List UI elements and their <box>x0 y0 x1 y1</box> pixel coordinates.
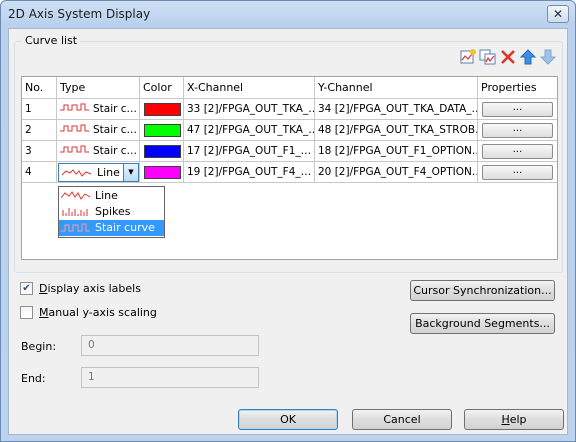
color-swatch[interactable] <box>144 166 181 179</box>
row-properties-cell: ... <box>478 141 557 162</box>
row-x-channel[interactable]: 33 [2]/FPGA_OUT_TKA_… <box>184 99 315 120</box>
column-header-y-channel[interactable]: Y-Channel <box>315 77 478 99</box>
row-color-cell[interactable] <box>140 141 184 162</box>
dialog-client-area: Curve list No. Type Color X-Channel Y-Ch… <box>8 28 568 435</box>
row-number: 2 <box>22 120 57 141</box>
end-field[interactable]: 1 <box>81 367 259 388</box>
row-y-channel[interactable]: 20 [2]/FPGA_OUT_F4_OPTION… <box>315 162 478 183</box>
row-x-channel[interactable]: 19 [2]/FPGA_OUT_F4_… <box>184 162 315 183</box>
column-header-x-channel[interactable]: X-Channel <box>184 77 315 99</box>
properties-button[interactable]: ... <box>482 144 553 159</box>
table-row[interactable]: 1 Stair c… 33 [2]/FPGA_OUT_TKA_… 34 [2]/… <box>22 99 557 120</box>
label-text: anual y-axis scaling <box>48 306 157 319</box>
display-axis-labels-label: Display axis labels <box>39 281 141 297</box>
checkbox-unchecked[interactable] <box>20 306 33 319</box>
type-combobox[interactable]: Line ▼ <box>58 163 139 182</box>
properties-button[interactable]: ... <box>482 102 553 117</box>
accelerator-key: H <box>501 413 510 426</box>
row-type-cell[interactable]: Stair c… <box>57 141 140 162</box>
dropdown-option-line[interactable]: Line <box>59 188 164 204</box>
row-color-cell[interactable] <box>140 99 184 120</box>
cursor-synchronization-button[interactable]: Cursor Synchronization... <box>410 280 555 301</box>
row-type-cell[interactable]: Stair c… <box>57 120 140 141</box>
copy-curve-icon[interactable] <box>479 48 497 66</box>
row-properties-cell: ... <box>478 162 557 183</box>
dropdown-option-spikes[interactable]: Spikes <box>59 204 164 220</box>
row-type-label: Stair c… <box>93 103 138 115</box>
curve-list-group: Curve list No. Type Color X-Channel Y-Ch… <box>14 34 563 273</box>
dropdown-option-label: Spikes <box>95 205 131 218</box>
column-header-properties[interactable]: Properties <box>478 77 557 99</box>
begin-label: Begin: <box>21 340 57 353</box>
window-title: 2D Axis System Display <box>8 7 151 21</box>
color-swatch[interactable] <box>144 124 181 137</box>
row-type-label: Stair c… <box>93 124 138 136</box>
move-down-icon[interactable] <box>539 48 557 66</box>
title-bar[interactable]: 2D Axis System Display ✕ <box>1 1 575 27</box>
properties-button[interactable]: ... <box>482 165 553 180</box>
cancel-button[interactable]: Cancel <box>352 409 452 430</box>
table-row[interactable]: 4 19 [2]/FPGA_OUT_F4_… 20 [2]/FPGA_OUT_F… <box>22 162 557 183</box>
row-properties-cell: ... <box>478 120 557 141</box>
type-dropdown-list: Line Spikes Stair curve <box>58 186 165 238</box>
row-properties-cell: ... <box>478 99 557 120</box>
help-label: elp <box>509 413 527 426</box>
curve-toolbar <box>459 48 557 66</box>
stair-curve-icon <box>61 222 91 238</box>
background-segments-button[interactable]: Background Segments... <box>410 313 555 334</box>
move-up-icon[interactable] <box>519 48 537 66</box>
row-color-cell[interactable] <box>140 120 184 141</box>
row-type-label: Stair c… <box>93 145 138 157</box>
ok-button[interactable]: OK <box>238 409 338 430</box>
row-number: 1 <box>22 99 57 120</box>
properties-button[interactable]: ... <box>482 123 553 138</box>
row-y-channel[interactable]: 18 [2]/FPGA_OUT_F1_OPTION… <box>315 141 478 162</box>
curve-list-label: Curve list <box>22 34 81 47</box>
table-header: No. Type Color X-Channel Y-Channel Prope… <box>22 77 557 99</box>
row-x-channel[interactable]: 17 [2]/FPGA_OUT_F1_… <box>184 141 315 162</box>
table-row[interactable]: 3 Stair c… 17 [2]/FPGA_OUT_F1_… 18 [2]/F… <box>22 141 557 162</box>
column-header-type[interactable]: Type <box>57 77 140 99</box>
row-y-channel[interactable]: 34 [2]/FPGA_OUT_TKA_DATA_… <box>315 99 478 120</box>
curve-table: No. Type Color X-Channel Y-Channel Prope… <box>21 76 558 260</box>
dialog-window: 2D Axis System Display ✕ Curve list No. … <box>0 0 576 442</box>
line-curve-icon <box>61 168 92 181</box>
row-color-cell[interactable] <box>140 162 184 183</box>
row-x-channel[interactable]: 47 [2]/FPGA_OUT_TKA_… <box>184 120 315 141</box>
begin-field[interactable]: 0 <box>81 335 259 356</box>
stair-curve-icon <box>60 99 90 119</box>
row-number: 3 <box>22 141 57 162</box>
close-button[interactable]: ✕ <box>547 5 569 23</box>
stair-curve-icon <box>60 141 90 161</box>
row-y-channel[interactable]: 48 [2]/FPGA_OUT_TKA_STROB… <box>315 120 478 141</box>
checkbox-checked[interactable]: ✔ <box>20 282 33 295</box>
chevron-down-icon[interactable]: ▼ <box>123 164 138 181</box>
new-curve-icon[interactable] <box>459 48 477 66</box>
help-button[interactable]: Help <box>464 409 564 430</box>
delete-curve-icon[interactable] <box>499 48 517 66</box>
dropdown-option-label: Line <box>95 189 118 202</box>
color-swatch[interactable] <box>144 145 181 158</box>
label-text: isplay axis labels <box>47 282 141 295</box>
color-swatch[interactable] <box>144 103 181 116</box>
type-combobox-value: Line <box>97 166 120 179</box>
accelerator-key: M <box>39 306 49 319</box>
dropdown-option-label: Stair curve <box>95 221 155 234</box>
manual-scaling-label: Manual y-axis scaling <box>39 305 157 321</box>
row-type-cell[interactable]: Stair c… <box>57 99 140 120</box>
row-number: 4 <box>22 162 57 183</box>
end-label: End: <box>21 372 46 385</box>
stair-curve-icon <box>60 120 90 140</box>
dropdown-option-stair-curve[interactable]: Stair curve <box>59 220 164 236</box>
column-header-no[interactable]: No. <box>22 77 57 99</box>
table-row[interactable]: 2 Stair c… 47 [2]/FPGA_OUT_TKA_… 48 [2]/… <box>22 120 557 141</box>
column-header-color[interactable]: Color <box>140 77 184 99</box>
